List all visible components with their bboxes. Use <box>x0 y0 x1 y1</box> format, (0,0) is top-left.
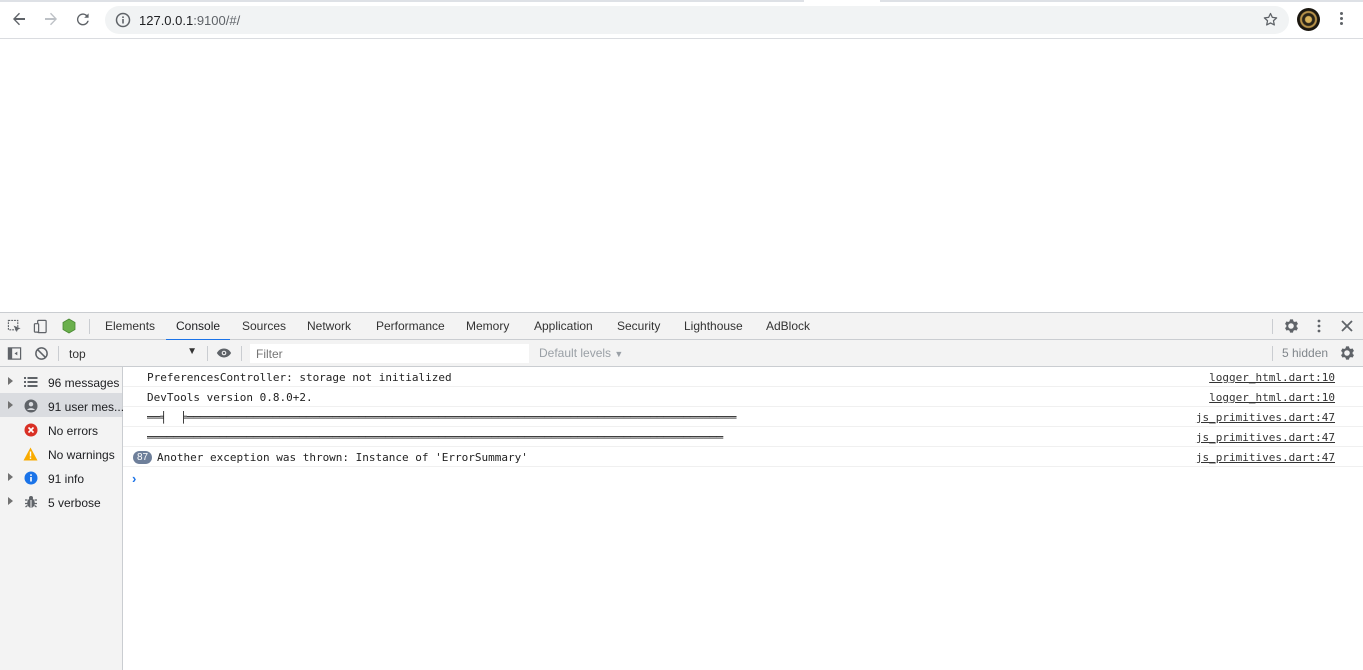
list-icon <box>23 374 38 389</box>
device-toolbar-icon[interactable] <box>32 318 48 334</box>
sidebar-item-label: 91 info <box>48 472 85 486</box>
address-bar[interactable]: 127.0.0.1:9100/#/ <box>105 6 1289 34</box>
toolbar-separator-2 <box>207 346 208 361</box>
log-levels-label: Default levels <box>539 346 612 360</box>
reload-icon <box>76 13 89 26</box>
browser-menu-icon[interactable] <box>1333 10 1349 30</box>
toolbar-separator-3 <box>241 346 242 361</box>
profile-avatar[interactable] <box>1297 8 1320 31</box>
browser-toolbar: 127.0.0.1:9100/#/ <box>0 0 1363 39</box>
console-sidebar: 96 messages 91 user mes... No errors No … <box>0 367 125 670</box>
source-link[interactable]: logger_html.dart:10 <box>1209 371 1335 384</box>
bug-icon <box>23 494 38 509</box>
expand-triangle-icon[interactable] <box>8 473 13 481</box>
message-text: PreferencesController: storage not initi… <box>147 371 452 384</box>
sidebar-item-label: 96 messages <box>48 376 120 390</box>
sidebar-item-user-messages[interactable]: 91 user mes... <box>0 393 125 417</box>
node-hexagon-icon[interactable] <box>61 318 77 334</box>
context-selector[interactable]: top ▼ <box>61 344 203 363</box>
info-icon[interactable] <box>115 12 131 31</box>
reload-button[interactable] <box>72 8 94 30</box>
sidebar-item-label: No errors <box>48 424 99 438</box>
console-toolbar: top ▼ Filter Default levels ▼ 5 hidden <box>0 340 1363 367</box>
arrow-left-icon <box>13 12 25 26</box>
console-message: 87 Another exception was thrown: Instanc… <box>123 447 1363 467</box>
tab-application[interactable]: Application <box>534 313 593 340</box>
context-label: top <box>69 347 86 361</box>
message-text: ════════════════════════════════════════… <box>147 431 724 444</box>
sidebar-item-info[interactable]: 91 info <box>0 465 122 489</box>
sidebar-toggle-icon[interactable] <box>6 345 22 361</box>
user-icon <box>23 398 38 413</box>
tab-strip <box>0 0 1363 2</box>
tab-adblock[interactable]: AdBlock <box>766 313 810 340</box>
console-body: 96 messages 91 user mes... No errors No … <box>0 367 1363 670</box>
url-text[interactable]: 127.0.0.1:9100/#/ <box>139 13 240 28</box>
url-host: 127.0.0.1 <box>139 13 194 28</box>
sidebar-item-errors[interactable]: No errors <box>0 417 122 441</box>
inspect-element-icon[interactable] <box>6 318 22 334</box>
toolbar-separator-4 <box>1272 346 1273 361</box>
expand-triangle-icon[interactable] <box>8 377 13 385</box>
hidden-count: 5 hidden <box>1282 346 1329 360</box>
forward-button[interactable] <box>40 8 62 30</box>
bookmark-star-icon[interactable] <box>1262 11 1279 31</box>
arrow-right-icon <box>45 12 57 26</box>
toolbar-separator <box>58 346 59 361</box>
devtools-tabbar: Elements Console Sources Network Perform… <box>0 313 1363 341</box>
tab-network[interactable]: Network <box>307 313 351 340</box>
tabbar-separator <box>89 319 90 334</box>
sidebar-item-verbose[interactable]: 5 verbose <box>0 489 122 513</box>
warning-icon <box>23 446 38 461</box>
console-message: ══╡ ╞═══════════════════════════════════… <box>123 407 1363 427</box>
source-link[interactable]: js_primitives.dart:47 <box>1196 411 1335 424</box>
devtools-menu-icon[interactable] <box>1311 318 1327 334</box>
console-message: PreferencesController: storage not initi… <box>123 367 1363 387</box>
close-icon[interactable] <box>1339 318 1355 334</box>
clear-console-icon[interactable] <box>33 345 49 361</box>
repeat-count-badge: 87 <box>133 451 153 464</box>
sidebar-item-messages[interactable]: 96 messages <box>0 369 122 393</box>
url-path: :9100/#/ <box>193 13 241 28</box>
tab-security[interactable]: Security <box>617 313 660 340</box>
error-icon <box>23 422 38 437</box>
console-settings-gear-icon[interactable] <box>1339 345 1355 361</box>
tabbar-separator-right <box>1272 319 1273 334</box>
tab-sources[interactable]: Sources <box>242 313 286 340</box>
message-text: Another exception was thrown: Instance o… <box>157 451 528 464</box>
chevron-down-icon: ▼ <box>614 349 624 359</box>
tab-lighthouse[interactable]: Lighthouse <box>684 313 743 340</box>
back-button[interactable] <box>8 8 30 30</box>
info-icon <box>23 470 38 485</box>
chevron-down-icon: ▼ <box>187 346 197 357</box>
message-text: DevTools version 0.8.0+2. <box>147 391 313 404</box>
console-message: DevTools version 0.8.0+2. logger_html.da… <box>123 387 1363 407</box>
tab-performance[interactable]: Performance <box>376 313 445 340</box>
console-prompt-chevron-icon[interactable]: › <box>132 471 136 486</box>
console-message: ════════════════════════════════════════… <box>123 427 1363 447</box>
filter-input[interactable]: Filter <box>250 344 529 363</box>
sidebar-item-label: 5 verbose <box>48 496 101 510</box>
live-expression-eye-icon[interactable] <box>216 345 232 361</box>
console-messages: PreferencesController: storage not initi… <box>123 367 1363 670</box>
sidebar-item-warnings[interactable]: No warnings <box>0 441 122 465</box>
sidebar-item-label: 91 user mes... <box>48 400 125 414</box>
log-levels-dropdown[interactable]: Default levels ▼ <box>539 346 623 360</box>
tab-console[interactable]: Console <box>165 313 231 341</box>
expand-triangle-icon[interactable] <box>8 497 13 505</box>
sidebar-item-label: No warnings <box>48 448 115 462</box>
message-text: ══╡ ╞═══════════════════════════════════… <box>147 411 737 424</box>
tab-memory[interactable]: Memory <box>466 313 509 340</box>
expand-triangle-icon[interactable] <box>8 401 13 409</box>
source-link[interactable]: js_primitives.dart:47 <box>1196 431 1335 444</box>
tab-elements[interactable]: Elements <box>105 313 155 340</box>
source-link[interactable]: js_primitives.dart:47 <box>1196 451 1335 464</box>
active-tab-indicator <box>804 0 880 2</box>
settings-gear-icon[interactable] <box>1283 318 1299 334</box>
source-link[interactable]: logger_html.dart:10 <box>1209 391 1335 404</box>
devtools-panel: Elements Console Sources Network Perform… <box>0 312 1363 670</box>
